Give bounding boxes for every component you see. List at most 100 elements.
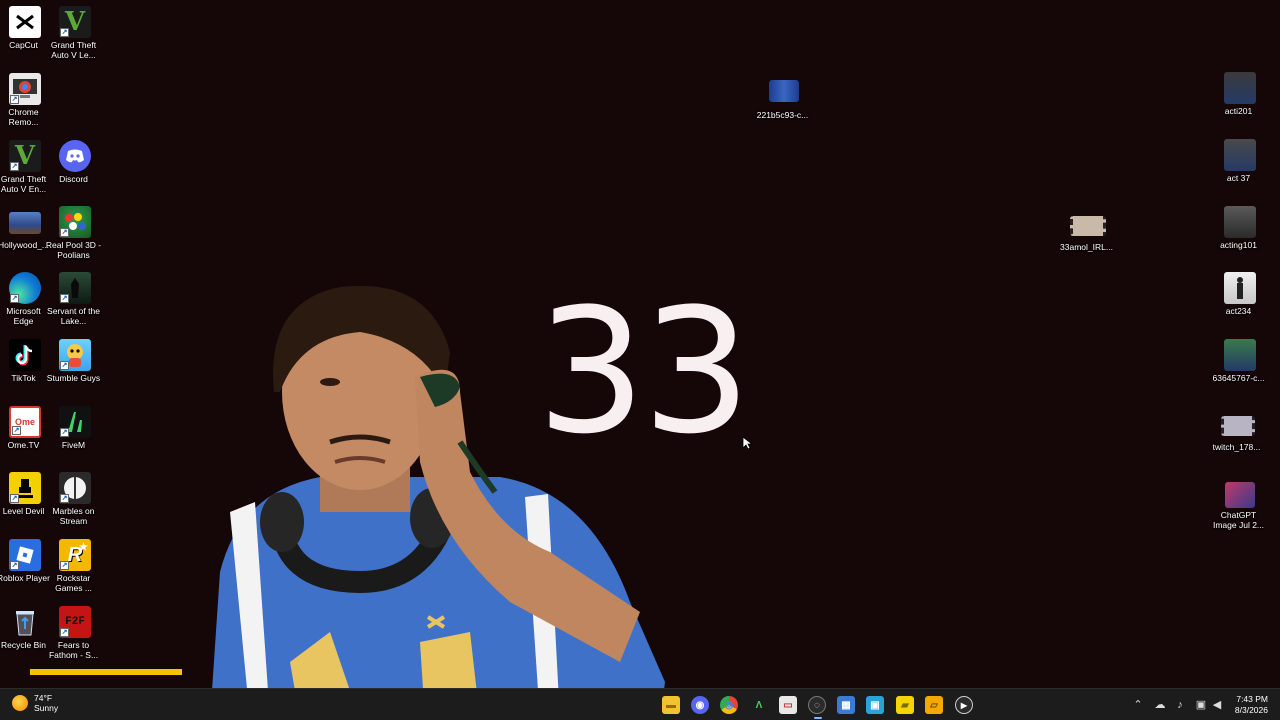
desktop-icon-recycle-bin[interactable]: Recycle Bin bbox=[0, 606, 50, 668]
icon-label: Roblox Player bbox=[0, 573, 50, 583]
volume-icon[interactable]: ◀ bbox=[1210, 698, 1224, 712]
desktop-icon-stumble-guys[interactable]: ↗ Stumble Guys bbox=[47, 339, 100, 401]
clock[interactable]: 7:43 PM 8/3/2026 bbox=[1235, 694, 1268, 716]
desktop-icon-capcut[interactable]: CapCut bbox=[0, 6, 50, 68]
desktop-icon-chrome-remote[interactable]: ↗ Chrome Remo... bbox=[0, 73, 50, 135]
image-file-icon bbox=[1225, 482, 1255, 508]
icon-label: act234 bbox=[1225, 306, 1252, 316]
image-file-icon bbox=[1224, 72, 1256, 104]
icon-label: Grand Theft Auto V Le... bbox=[50, 40, 97, 60]
clock-time: 7:43 PM bbox=[1236, 694, 1268, 704]
icon-label: Marbles on Stream bbox=[52, 506, 95, 526]
desktop-icon-tiktok[interactable]: TikTok bbox=[0, 339, 50, 401]
video-file-icon bbox=[1221, 416, 1255, 436]
sunny-weather-icon bbox=[12, 695, 28, 711]
desktop-icon-rockstar[interactable]: R ★ ↗ Rockstar Games ... bbox=[50, 539, 100, 601]
icon-label: Recycle Bin bbox=[1, 640, 46, 650]
gta-v-icon: V ↗ bbox=[9, 140, 41, 172]
webcam-overlay bbox=[210, 285, 665, 720]
desktop-icon-fivem[interactable]: ↗ FiveM bbox=[50, 406, 100, 468]
onedrive-cloud-icon[interactable]: ☁ bbox=[1153, 698, 1167, 712]
image-file-icon bbox=[1224, 139, 1256, 171]
roblox-icon: ↗ bbox=[9, 539, 41, 571]
media-player-icon[interactable]: ▶ bbox=[955, 696, 973, 714]
desktop-icon-twitch-178[interactable]: twitch_178... bbox=[1213, 412, 1263, 474]
rockstar-icon: R ★ ↗ bbox=[59, 539, 91, 571]
obs-icon[interactable]: ◌ bbox=[808, 696, 826, 719]
recycle-bin-icon bbox=[9, 606, 41, 638]
desktop-icon-acting101[interactable]: acting101 bbox=[1215, 206, 1265, 268]
icon-label: Chrome Remo... bbox=[8, 107, 39, 127]
icon-label: 33amol_IRL... bbox=[1060, 242, 1113, 252]
taskbar[interactable]: 74°F Sunny ▬ ◉ ◎ Λ ▭ ◌ ▦ ▣ ▰ ▱ ▶ ⌃ ☁ ♪ ▣… bbox=[0, 688, 1280, 720]
marbles-icon: ↗ bbox=[59, 472, 91, 504]
desktop-icon-acti201[interactable]: acti201 bbox=[1215, 72, 1265, 134]
desktop-icon-roblox[interactable]: ↗ Roblox Player bbox=[0, 539, 50, 601]
image-file-icon bbox=[1224, 206, 1256, 238]
icon-label: 63645767-c... bbox=[1212, 373, 1265, 383]
file-explorer-icon[interactable]: ▬ bbox=[662, 696, 680, 714]
icon-label: CapCut bbox=[9, 40, 38, 50]
desktop-icon-hollywood[interactable]: Hollywood_... bbox=[0, 206, 50, 268]
notes-icon[interactable]: ▱ bbox=[925, 696, 943, 714]
desktop-icon-33amol-irl[interactable]: 33amol_IRL... bbox=[1060, 212, 1113, 274]
tiktok-icon bbox=[9, 339, 41, 371]
icon-label: twitch_178... bbox=[1212, 442, 1261, 452]
store-icon[interactable]: ▦ bbox=[837, 696, 855, 714]
icon-label: Discord bbox=[59, 174, 88, 184]
desktop-icon-marbles[interactable]: ↗ Marbles on Stream bbox=[50, 472, 100, 534]
level-devil-icon: ↗ bbox=[9, 472, 41, 504]
desktop-icon-chatgpt-image[interactable]: ChatGPT Image Jul 2... bbox=[1213, 478, 1265, 540]
image-file-icon bbox=[1224, 339, 1256, 371]
chrome-icon[interactable]: ◎ bbox=[720, 696, 738, 714]
desktop-icon-act234[interactable]: act234 bbox=[1215, 272, 1265, 334]
photos-icon[interactable]: ▣ bbox=[866, 696, 884, 714]
servant-game-icon: ↗ bbox=[59, 272, 91, 304]
desktop-icon-edge[interactable]: ↗ Microsoft Edge bbox=[0, 272, 50, 334]
microphone-icon[interactable]: ♪ bbox=[1173, 698, 1187, 712]
icon-label: Microsoft Edge bbox=[6, 306, 41, 326]
desktop-icon-servant[interactable]: ↗ Servant of the Lake... bbox=[47, 272, 100, 334]
desktop-icon-act37[interactable]: act 37 bbox=[1215, 139, 1265, 201]
discord-taskbar-icon[interactable]: ◉ bbox=[691, 696, 709, 714]
desktop-icon-fears-to-fathom[interactable]: F2F ↗ Fears to Fathom - S... bbox=[49, 606, 100, 668]
icon-label: Level Devil bbox=[2, 506, 45, 516]
icon-label: acting101 bbox=[1220, 240, 1257, 250]
icon-label: Real Pool 3D - Poolians bbox=[45, 240, 102, 260]
icon-label: Stumble Guys bbox=[46, 373, 101, 383]
discord-icon bbox=[59, 140, 91, 172]
chrome-remote-icon: ↗ bbox=[9, 73, 41, 105]
icon-label: act 37 bbox=[1226, 173, 1251, 183]
icon-label: TikTok bbox=[11, 373, 36, 383]
icon-label: acti201 bbox=[1224, 106, 1253, 116]
desktop-icon-gta-legacy[interactable]: V ↗ Grand Theft Auto V Le... bbox=[50, 6, 100, 68]
desktop-icon-real-pool[interactable]: ↗ Real Pool 3D - Poolians bbox=[46, 206, 101, 268]
desktop-icon-level-devil[interactable]: ↗ Level Devil bbox=[0, 472, 50, 534]
desktop-icon-gta-enhanced[interactable]: V ↗ Grand Theft Auto V En... bbox=[0, 140, 50, 202]
fivem-taskbar-icon[interactable]: Λ bbox=[750, 696, 768, 714]
capcut-icon bbox=[9, 6, 41, 38]
pool-game-icon: ↗ bbox=[59, 206, 91, 238]
clock-date: 8/3/2026 bbox=[1234, 705, 1268, 715]
image-file-icon bbox=[9, 212, 41, 234]
network-icon[interactable]: ▣ bbox=[1194, 698, 1208, 712]
desktop-icon-image-221b[interactable]: 221b5c93-c... bbox=[757, 78, 809, 140]
image-file-icon bbox=[1224, 272, 1256, 304]
weather-widget[interactable]: 74°F Sunny bbox=[12, 693, 58, 713]
desktop-icon-63645767[interactable]: 63645767-c... bbox=[1213, 339, 1265, 401]
capcut-taskbar-icon[interactable]: ▭ bbox=[779, 696, 797, 714]
icon-label: ChatGPT Image Jul 2... bbox=[1212, 510, 1265, 530]
desktop-icon-discord[interactable]: Discord bbox=[50, 140, 100, 202]
image-file-icon bbox=[769, 80, 799, 102]
gta-v-icon: V ↗ bbox=[59, 6, 91, 38]
icon-label: Hollywood_... bbox=[0, 240, 50, 250]
icon-label: FiveM bbox=[61, 440, 86, 450]
edge-icon: ↗ bbox=[9, 272, 41, 304]
show-hidden-icons-chevron-icon[interactable]: ⌃ bbox=[1131, 698, 1145, 712]
stumble-guys-icon: ↗ bbox=[59, 339, 91, 371]
sticky-notes-icon[interactable]: ▰ bbox=[896, 696, 914, 714]
desktop-icon-ometv[interactable]: Ome ↗ Ome.TV bbox=[0, 406, 50, 468]
icon-label: Grand Theft Auto V En... bbox=[0, 174, 47, 194]
video-file-icon bbox=[1070, 216, 1106, 236]
icon-label: Fears to Fathom - S... bbox=[48, 640, 99, 660]
